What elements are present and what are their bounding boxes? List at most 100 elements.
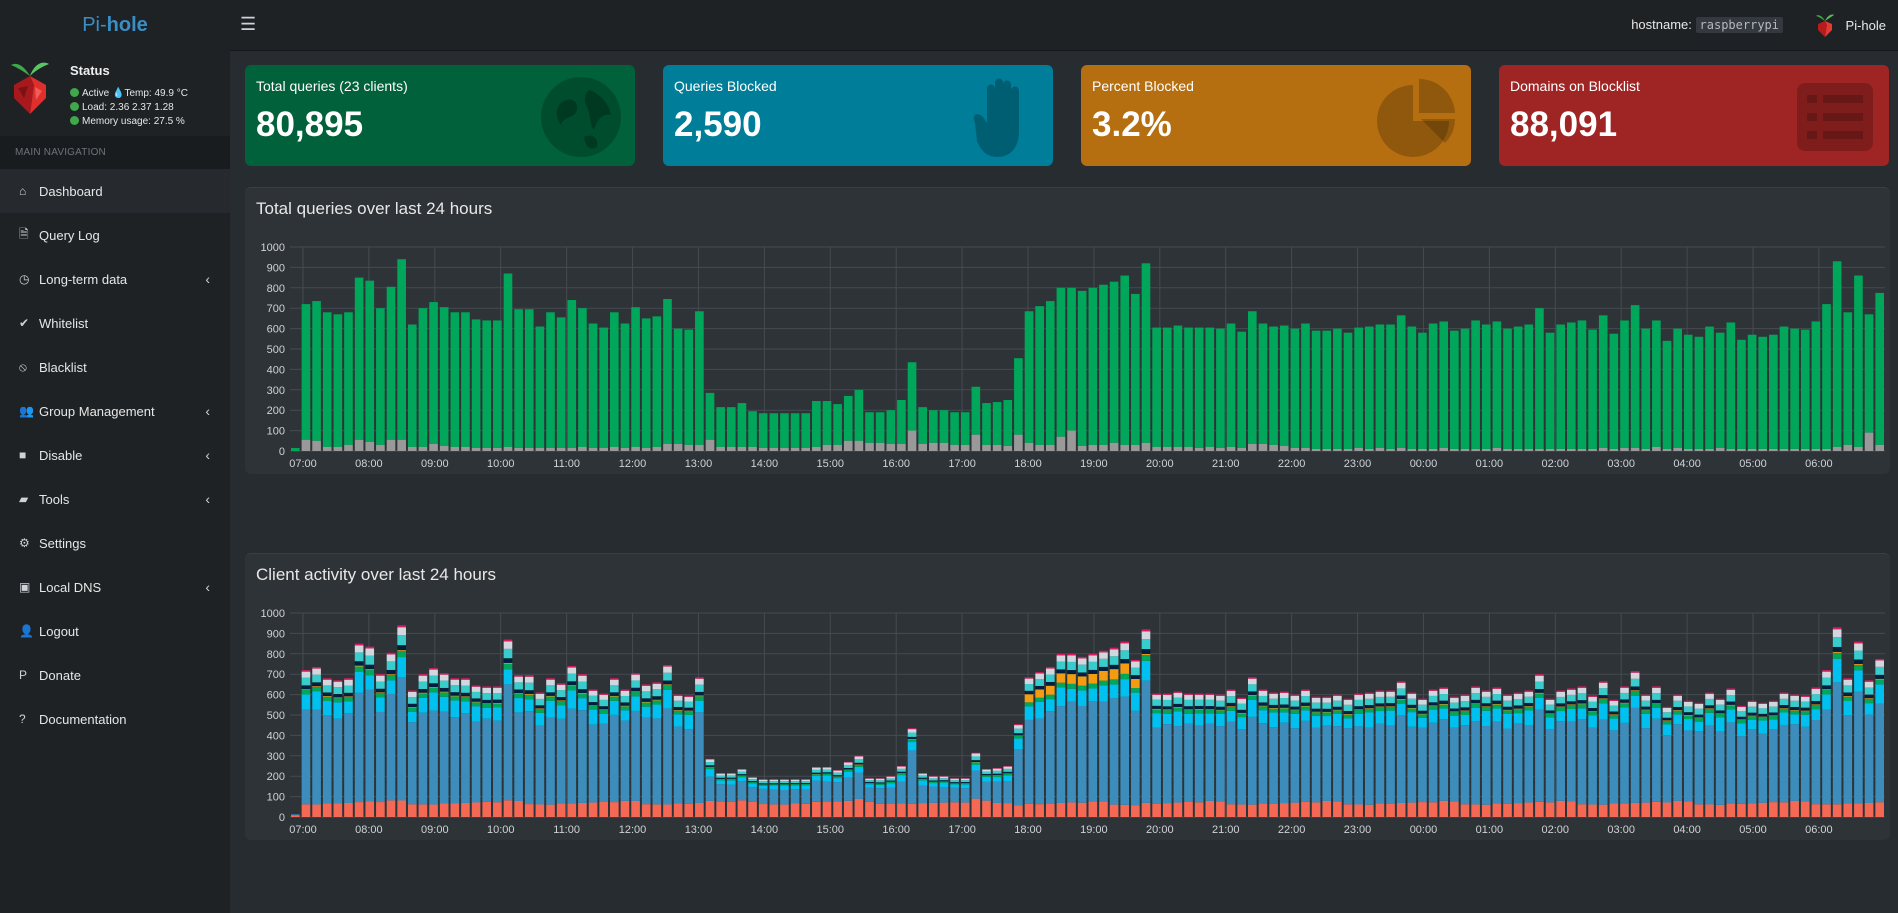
bar-client-segment[interactable] bbox=[578, 675, 587, 682]
bar-client-segment[interactable] bbox=[407, 804, 417, 817]
bar-client-segment[interactable] bbox=[1067, 802, 1076, 817]
sidebar-item-whitelist[interactable]: ✔ Whitelist bbox=[0, 301, 230, 345]
bar-client-segment[interactable] bbox=[1269, 704, 1278, 708]
bar-client-segment[interactable] bbox=[790, 781, 800, 784]
bar-blocked[interactable] bbox=[1322, 448, 1332, 451]
bar-client-segment[interactable] bbox=[1269, 692, 1278, 694]
bar-client-segment[interactable] bbox=[376, 802, 385, 817]
bar-client-segment[interactable] bbox=[1481, 710, 1491, 727]
bar-client-segment[interactable] bbox=[1790, 710, 1799, 711]
bar-client-segment[interactable] bbox=[1769, 700, 1778, 702]
bar-client-segment[interactable] bbox=[1173, 711, 1183, 727]
bar-client-segment[interactable] bbox=[1003, 803, 1013, 817]
bar-client-segment[interactable] bbox=[1226, 721, 1236, 805]
bar-permitted[interactable] bbox=[875, 412, 885, 443]
bar-client-segment[interactable] bbox=[546, 717, 555, 805]
bar-blocked[interactable] bbox=[929, 442, 938, 451]
bar-client-segment[interactable] bbox=[641, 684, 651, 686]
bar-blocked[interactable] bbox=[1045, 444, 1055, 451]
bar-blocked[interactable] bbox=[365, 441, 375, 451]
bar-client-segment[interactable] bbox=[1450, 708, 1459, 712]
bar-permitted[interactable] bbox=[556, 317, 566, 448]
bar-client-segment[interactable] bbox=[1248, 716, 1257, 805]
bar-permitted[interactable] bbox=[1758, 336, 1768, 449]
bar-client-segment[interactable] bbox=[1737, 706, 1746, 712]
bar-permitted[interactable] bbox=[1248, 311, 1257, 444]
bar-client-segment[interactable] bbox=[1800, 726, 1810, 802]
bar-blocked[interactable] bbox=[322, 446, 332, 451]
bar-blocked[interactable] bbox=[312, 440, 321, 451]
bar-client-segment[interactable] bbox=[535, 725, 545, 805]
bar-client-segment[interactable] bbox=[1811, 720, 1821, 805]
bar-client-segment[interactable] bbox=[1301, 705, 1310, 707]
bar-client-segment[interactable] bbox=[322, 715, 332, 804]
bar-client-segment[interactable] bbox=[812, 772, 821, 775]
bar-client-segment[interactable] bbox=[641, 804, 651, 817]
bar-client-segment[interactable] bbox=[1652, 699, 1661, 704]
bar-permitted[interactable] bbox=[407, 324, 417, 447]
bar-client-segment[interactable] bbox=[1364, 708, 1374, 713]
bar-client-segment[interactable] bbox=[1620, 686, 1629, 688]
bar-client-segment[interactable] bbox=[1322, 708, 1332, 712]
bar-client-segment[interactable] bbox=[1439, 700, 1449, 704]
bar-client-segment[interactable] bbox=[1641, 694, 1651, 696]
bar-client-segment[interactable] bbox=[1694, 714, 1704, 718]
bar-client-segment[interactable] bbox=[588, 690, 598, 696]
bar-client-segment[interactable] bbox=[1641, 695, 1651, 701]
bar-client-segment[interactable] bbox=[1375, 691, 1385, 697]
bar-client-segment[interactable] bbox=[1800, 714, 1810, 727]
bar-client-segment[interactable] bbox=[1460, 711, 1470, 715]
bar-client-segment[interactable] bbox=[450, 695, 460, 697]
bar-permitted[interactable] bbox=[386, 286, 396, 440]
bar-client-segment[interactable] bbox=[588, 802, 598, 817]
bar-blocked[interactable] bbox=[503, 446, 513, 451]
bar-blocked[interactable] bbox=[705, 439, 715, 451]
bar-client-segment[interactable] bbox=[1194, 699, 1204, 706]
bar-client-segment[interactable] bbox=[1598, 703, 1608, 720]
bar-client-segment[interactable] bbox=[641, 698, 651, 702]
bar-client-segment[interactable] bbox=[1747, 701, 1757, 707]
bar-blocked[interactable] bbox=[1109, 442, 1119, 451]
bar-client-segment[interactable] bbox=[1450, 712, 1459, 716]
bar-client-segment[interactable] bbox=[1630, 678, 1640, 687]
bar-client-segment[interactable] bbox=[1290, 710, 1300, 714]
bar-client-segment[interactable] bbox=[1354, 709, 1363, 714]
bar-client-segment[interactable] bbox=[1237, 698, 1246, 704]
bar-client-segment[interactable] bbox=[886, 776, 896, 779]
bar-client-segment[interactable] bbox=[705, 758, 715, 760]
bar-blocked[interactable] bbox=[1705, 448, 1714, 451]
bar-client-segment[interactable] bbox=[1162, 706, 1172, 710]
bar-client-segment[interactable] bbox=[1428, 690, 1438, 696]
bar-permitted[interactable] bbox=[1035, 306, 1044, 445]
bar-client-segment[interactable] bbox=[812, 767, 821, 768]
bar-client-segment[interactable] bbox=[1364, 693, 1374, 699]
sidebar-item-long-term-data[interactable]: ◷ Long-term data ‹ bbox=[0, 257, 230, 301]
bar-permitted[interactable] bbox=[312, 301, 321, 441]
bar-client-segment[interactable] bbox=[1854, 664, 1863, 665]
bar-permitted[interactable] bbox=[1067, 287, 1076, 431]
bar-client-segment[interactable] bbox=[1832, 637, 1842, 647]
bar-client-segment[interactable] bbox=[1843, 692, 1853, 697]
bar-client-segment[interactable] bbox=[1652, 693, 1661, 700]
bar-client-segment[interactable] bbox=[1162, 724, 1172, 804]
bar-client-segment[interactable] bbox=[1822, 671, 1831, 678]
bar-client-segment[interactable] bbox=[780, 779, 789, 782]
bar-client-segment[interactable] bbox=[546, 678, 555, 680]
bar-blocked[interactable] bbox=[1864, 432, 1874, 451]
bar-client-segment[interactable] bbox=[1843, 700, 1853, 716]
bar-client-segment[interactable] bbox=[1577, 703, 1587, 705]
bar-client-segment[interactable] bbox=[1662, 717, 1672, 721]
bar-client-segment[interactable] bbox=[790, 789, 800, 804]
bar-client-segment[interactable] bbox=[1343, 699, 1353, 705]
bar-permitted[interactable] bbox=[631, 307, 640, 447]
bar-client-segment[interactable] bbox=[1428, 722, 1438, 803]
bar-client-segment[interactable] bbox=[1258, 690, 1268, 696]
bar-client-segment[interactable] bbox=[982, 773, 991, 776]
bar-client-segment[interactable] bbox=[1715, 714, 1725, 718]
bar-permitted[interactable] bbox=[705, 392, 715, 440]
bar-client-segment[interactable] bbox=[1333, 713, 1342, 727]
bar-client-segment[interactable] bbox=[1822, 694, 1831, 710]
bar-client-segment[interactable] bbox=[1577, 804, 1587, 817]
bar-client-segment[interactable] bbox=[1683, 715, 1693, 720]
bar-blocked[interactable] bbox=[833, 444, 842, 451]
